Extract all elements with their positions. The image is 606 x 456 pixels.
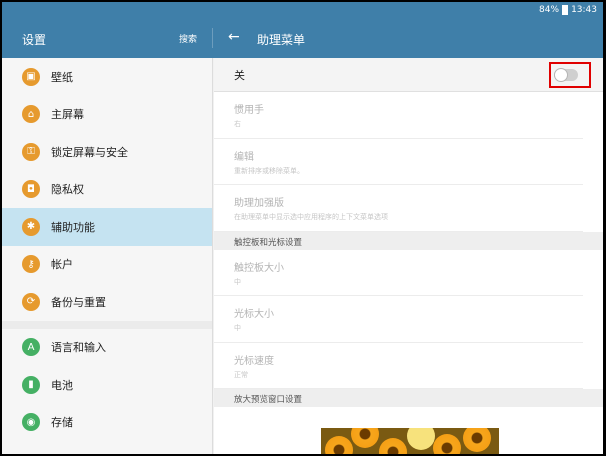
setting-title: 编辑: [234, 151, 254, 163]
assistant-menu-switch[interactable]: [554, 68, 578, 82]
flower: [463, 428, 491, 452]
key-icon: ⚷: [22, 255, 40, 274]
setting-item[interactable]: 惯用手右: [214, 92, 583, 139]
setting-title: 惯用手: [234, 105, 264, 116]
setting-title: 光标速度: [234, 355, 274, 367]
lock-icon: ⚿: [22, 142, 40, 161]
sidebar-item-label: 主屏幕: [51, 108, 84, 122]
master-toggle-row[interactable]: 关: [214, 58, 603, 92]
flower: [325, 436, 353, 454]
options-list: 惯用手右编辑重新排序或移除菜单。 助理加强版在助理菜单中显示选中应用程序的上下文菜…: [214, 92, 603, 232]
section-header-magnifier: 放大预览窗口设置: [214, 389, 603, 407]
settings-title: 设置: [22, 33, 47, 47]
sidebar-item[interactable]: ▮ 电池: [2, 366, 212, 404]
setting-subtitle: 重新排序或移除菜单。: [234, 166, 304, 175]
flower: [379, 438, 407, 454]
setting-title: 光标大小: [234, 309, 274, 320]
battery-percent: 84%: [539, 5, 560, 15]
setting-item[interactable]: 编辑重新排序或移除菜单。: [214, 139, 583, 185]
section-header-touchpad: 触控板和光标设置: [214, 231, 603, 250]
switch-knob: [554, 68, 568, 82]
status-indicators: 84% 13:43: [539, 5, 597, 15]
sidebar-item[interactable]: ⌂ 主屏幕: [2, 95, 212, 133]
setting-subtitle: 中: [234, 324, 241, 332]
flower: [407, 428, 435, 450]
setting-item[interactable]: 光标大小中: [214, 296, 583, 343]
sidebar-item[interactable]: ⚷ 帐户: [2, 245, 212, 283]
sidebar-item-label: 帐户: [51, 258, 73, 272]
sidebar-group-divider: [2, 320, 212, 329]
setting-title: 触控板大小: [234, 262, 284, 274]
arrow-left-icon[interactable]: ←: [228, 29, 240, 45]
battery-icon: ▮: [22, 375, 40, 394]
sidebar-item-label: 壁纸: [51, 70, 73, 84]
page-title: 助理菜单: [257, 33, 306, 47]
header-divider: [212, 28, 213, 48]
search-button[interactable]: 搜索: [179, 32, 197, 45]
toggle-label: 关: [234, 68, 245, 82]
storage-icon: ◉: [22, 413, 40, 432]
setting-subtitle: 在助理菜单中显示选中应用程序的上下文菜单选项: [234, 213, 388, 221]
language-icon: A: [22, 338, 40, 357]
accessibility-icon: ✱: [22, 217, 40, 236]
status-bar: 84% 13:43: [2, 2, 603, 20]
setting-subtitle: 中: [234, 277, 241, 286]
magnifier-preview-image: [321, 428, 499, 454]
sidebar-item-label: 隐私权: [51, 183, 84, 197]
sidebar-item[interactable]: ◘ 隐私权: [2, 170, 212, 208]
main-panel: 关 惯用手右编辑重新排序或移除菜单。 助理加强版在助理菜单中显示选中应用程序的上下…: [214, 58, 603, 454]
sidebar-item-label: 锁定屏幕与安全: [51, 145, 128, 159]
flower: [351, 428, 379, 448]
sidebar-item[interactable]: A 语言和输入: [2, 328, 212, 366]
privacy-icon: ◘: [22, 180, 40, 199]
setting-subtitle: 右: [234, 120, 241, 128]
sidebar-item[interactable]: ⚿ 锁定屏幕与安全: [2, 133, 212, 171]
sidebar-item-label: 辅助功能: [51, 220, 95, 234]
setting-title: 助理加强版: [234, 198, 284, 209]
sidebar-item[interactable]: ✱ 辅助功能: [2, 208, 212, 246]
setting-item[interactable]: 助理加强版在助理菜单中显示选中应用程序的上下文菜单选项: [214, 185, 583, 232]
sidebar-item[interactable]: ▣ 壁纸: [2, 58, 212, 96]
app-bar: 设置 搜索 ← 助理菜单: [2, 20, 603, 58]
wallpaper-icon: ▣: [22, 67, 40, 86]
backup-icon: ⟳: [22, 292, 40, 311]
sidebar-item[interactable]: ⟳ 备份与重置: [2, 283, 212, 321]
home-icon: ⌂: [22, 105, 40, 124]
sidebar-list: ▣ 壁纸 ⌂ 主屏幕 ⚿ 锁定屏幕与安全 ◘ 隐私权 ✱ 辅助功能 ⚷ 帐户 ⟳ 备份与重置 A 语言和输入 ▮…: [2, 58, 212, 441]
setting-item[interactable]: 光标速度 正常: [214, 343, 583, 389]
flower: [433, 434, 461, 454]
sidebar-item-label: 存储: [51, 416, 73, 430]
sidebar-item-label: 电池: [51, 378, 73, 392]
setting-item[interactable]: 触控板大小中: [214, 250, 583, 296]
settings-window: 84% 13:43 设置 搜索 ← 助理菜单 ▣ 壁纸 ⌂ 主屏幕 ⚿ 锁定屏幕与安全 ◘ 隐…: [2, 2, 603, 454]
setting-subtitle: 正常: [234, 370, 248, 379]
sidebar-item[interactable]: ◉ 存储: [2, 403, 212, 441]
touchpad-options-list: 触控板大小中光标大小中光标速度 正常: [214, 250, 603, 389]
sidebar-item-label: 语言和输入: [51, 341, 106, 355]
battery-icon: [562, 5, 569, 15]
sidebar: ▣ 壁纸 ⌂ 主屏幕 ⚿ 锁定屏幕与安全 ◘ 隐私权 ✱ 辅助功能 ⚷ 帐户 ⟳ 备份与重置 A 语言和输入 ▮…: [2, 58, 213, 454]
sidebar-item-label: 备份与重置: [51, 295, 106, 309]
clock: 13:43: [571, 5, 597, 15]
